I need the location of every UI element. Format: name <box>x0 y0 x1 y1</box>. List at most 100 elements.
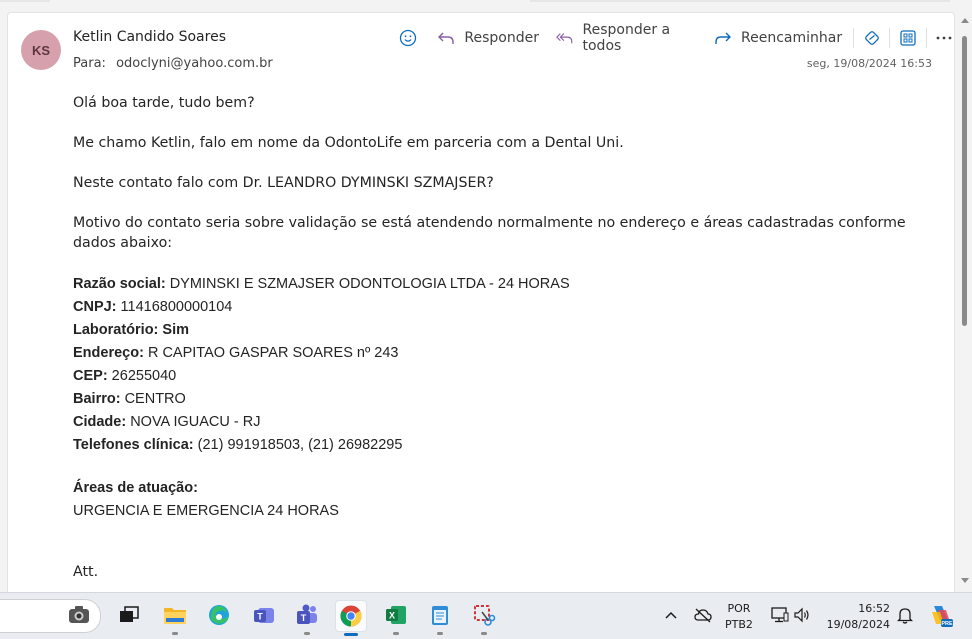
detail-label: Bairro: <box>73 391 121 407</box>
scroll-up-arrow-icon[interactable] <box>961 18 969 23</box>
message-reading-pane: KS Ketlin Candido Soares Para: odoclyni@… <box>7 12 955 593</box>
detail-row: Cidade: NOVA IGUACU - RJ <box>73 411 943 434</box>
notepad-icon <box>432 606 448 625</box>
detail-row: Endereço: R CAPITAO GASPAR SOARES nº 243 <box>73 342 943 365</box>
copilot-button[interactable]: PRE <box>926 600 956 630</box>
taskbar-edge-browser[interactable] <box>204 600 234 630</box>
detail-label: CEP: <box>73 368 108 384</box>
detail-label: Cidade: <box>73 414 127 430</box>
detail-label: Endereço: <box>73 345 144 361</box>
reply-all-button[interactable]: Responder a todos <box>556 22 697 54</box>
detail-value: NOVA IGUACU - RJ <box>126 414 261 430</box>
taskbar-chrome-browser[interactable] <box>335 600 367 636</box>
message-date: seg, 19/08/2024 16:53 <box>806 57 932 70</box>
emoji-reaction-button[interactable] <box>398 27 417 49</box>
reply-button[interactable]: Responder <box>437 30 539 46</box>
reply-all-label: Responder a todos <box>582 22 671 54</box>
copilot-diamond-icon <box>864 31 879 45</box>
scrollbar-thumb[interactable] <box>962 36 967 326</box>
copilot-badge-text: PRE <box>941 621 953 627</box>
taskbar-snipping-tool[interactable] <box>469 600 499 635</box>
question-text: Neste contato falo com Dr. LEANDRO DYMIN… <box>73 175 494 191</box>
detail-label: Laboratório: <box>73 322 159 338</box>
svg-text:T: T <box>301 613 307 623</box>
more-actions-button[interactable] <box>935 27 954 49</box>
to-label: Para: <box>73 56 106 71</box>
taskbar-excel-app[interactable]: X <box>381 600 411 635</box>
excel-icon: X <box>386 606 406 624</box>
detail-value: DYMINSKI E SZMAJSER ODONTOLOGIA LTDA - 2… <box>165 276 570 292</box>
task-view-icon <box>120 606 139 622</box>
speaker-icon <box>794 607 809 623</box>
running-indicator <box>172 632 178 635</box>
sender-avatar[interactable]: KS <box>21 30 61 70</box>
notifications-button[interactable] <box>890 600 920 630</box>
reply-label: Responder <box>464 30 539 46</box>
sender-name[interactable]: Ketlin Candido Soares <box>73 29 226 45</box>
detail-label: CNPJ: <box>73 299 117 315</box>
apps-button[interactable] <box>898 27 917 49</box>
cloud-offline-icon <box>694 608 712 623</box>
signoff-text: Att. <box>73 564 99 580</box>
camera-icon <box>69 606 89 623</box>
top-divider-right <box>530 0 950 2</box>
message-body: Olá boa tarde, tudo bem? Me chamo Ketlin… <box>73 93 943 582</box>
keyboard-layout: PTB2 <box>725 618 753 631</box>
forward-button[interactable]: Reencaminhar <box>714 30 842 46</box>
detail-value: (21) 991918503, (21) 26982295 <box>193 437 403 453</box>
taskbar-file-explorer[interactable] <box>160 600 190 635</box>
toolbar-divider-3 <box>925 28 927 48</box>
input-language-indicator[interactable]: POR PTB2 <box>725 601 753 633</box>
vertical-scrollbar[interactable] <box>957 12 972 592</box>
show-hidden-icons-button[interactable] <box>656 600 686 630</box>
snipping-tool-icon <box>474 605 496 626</box>
volume-tray-button[interactable] <box>787 600 817 630</box>
detail-row: CNPJ: 11416800000104 <box>73 296 943 319</box>
chevron-up-icon <box>665 611 677 619</box>
windows-taskbar: T T X POR PTB2 16:52 19/08/2024 PRE <box>0 592 972 639</box>
detail-value: CENTRO <box>120 391 186 407</box>
detail-value: 26255040 <box>107 368 177 384</box>
detail-row: Telefones clínica: (21) 991918503, (21) … <box>73 434 943 457</box>
copilot-summary-button[interactable] <box>862 27 881 49</box>
clock-time: 16:52 <box>858 602 890 615</box>
areas-label: Áreas de atuação: <box>73 480 198 496</box>
reply-all-icon <box>556 33 573 44</box>
toolbar-divider <box>853 28 854 48</box>
scroll-down-arrow-icon[interactable] <box>961 578 969 583</box>
detail-row: CEP: 26255040 <box>73 365 943 388</box>
detail-value: R CAPITAO GASPAR SOARES nº 243 <box>143 345 399 361</box>
folder-icon <box>164 608 186 624</box>
taskbar-teams-app[interactable]: T <box>249 600 279 630</box>
detail-value: Sim <box>158 322 190 338</box>
window-top-edge <box>0 0 960 8</box>
taskbar-teams-work-app[interactable]: T <box>292 600 322 635</box>
teams-icon: T <box>254 608 274 623</box>
smiley-icon <box>399 29 416 47</box>
running-indicator <box>304 632 310 635</box>
taskbar-clock[interactable]: 16:52 19/08/2024 <box>827 601 890 633</box>
taskbar-notepad-app[interactable] <box>425 600 455 635</box>
bell-icon <box>897 608 913 624</box>
onedrive-tray-button[interactable] <box>688 600 718 630</box>
forward-icon <box>715 32 732 44</box>
detail-row: Bairro: CENTRO <box>73 388 943 411</box>
taskbar-camera-app[interactable] <box>64 600 94 630</box>
recipient-address[interactable]: odoclyni@yahoo.com.br <box>116 56 273 71</box>
detail-label: Telefones clínica: <box>73 437 194 453</box>
toolbar-divider-2 <box>889 28 891 48</box>
language-code: POR <box>727 602 751 615</box>
top-divider-left <box>0 0 50 2</box>
taskbar-task-view[interactable] <box>114 600 144 630</box>
recipient-line: Para: odoclyni@yahoo.com.br <box>73 56 273 71</box>
forward-label: Reencaminhar <box>741 30 843 46</box>
reason-text: Motivo do contato seria sobre validação … <box>73 215 906 251</box>
clinic-details: Razão social: DYMINSKI E SZMAJSER ODONTO… <box>73 273 943 523</box>
edge-icon <box>209 605 229 625</box>
active-indicator <box>344 633 358 636</box>
detail-label: Razão social: <box>73 276 166 292</box>
message-actions-toolbar: Responder Responder a todos Reencaminhar <box>398 22 954 54</box>
svg-text:T: T <box>257 612 263 622</box>
greeting-text: Olá boa tarde, tudo bem? <box>73 95 255 111</box>
reply-icon <box>438 32 455 44</box>
